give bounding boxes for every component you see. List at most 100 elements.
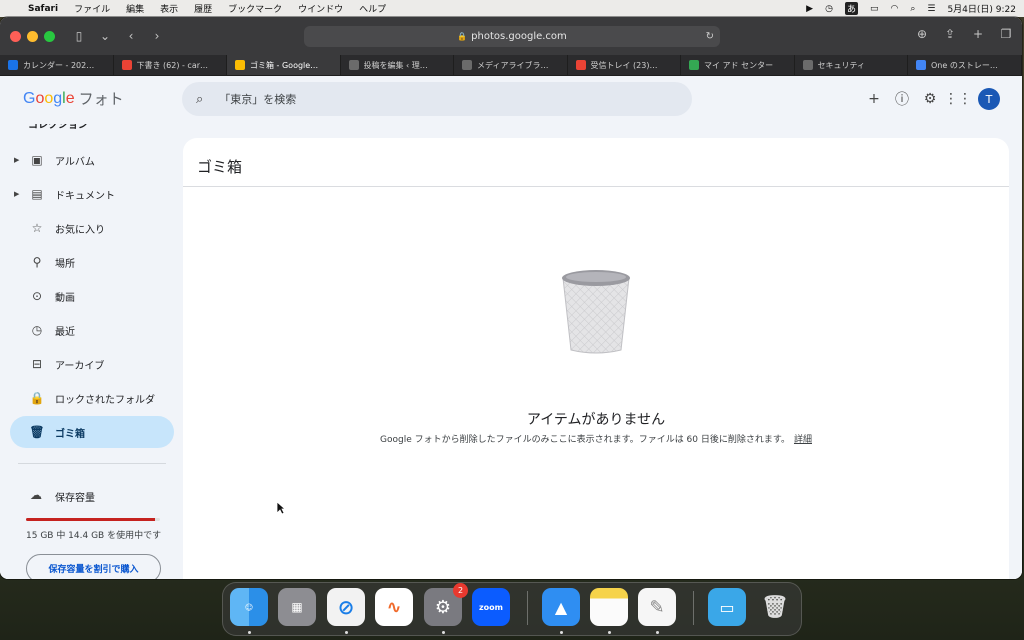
album-icon: ▣ (31, 153, 43, 167)
document-icon: ▤ (31, 187, 43, 201)
sidebar-item-label: アルバム (55, 156, 95, 168)
dock-separator (693, 591, 694, 625)
browser-tab[interactable]: メディアライブラ… (454, 55, 568, 75)
sidebar-item-archive[interactable]: ⊟ アーカイブ (10, 348, 174, 380)
share-icon[interactable]: ⇪ (942, 27, 958, 41)
apps-grid-icon[interactable]: ⋮⋮ (944, 91, 972, 107)
empty-trash-illustration (562, 270, 630, 354)
sidebar-item-locked-folder[interactable]: 🔒 ロックされたフォルダ (10, 382, 174, 414)
browser-tab[interactable]: 下書き (62) - car… (114, 55, 227, 75)
wifi-icon[interactable]: ◠ (890, 4, 898, 14)
sidebar-item-albums[interactable]: ▶ ▣ アルバム (10, 144, 174, 176)
sidebar-item-label: 動画 (55, 292, 75, 304)
battery-icon[interactable]: ▭ (870, 4, 879, 14)
chevron-down-icon[interactable]: ⌄ (95, 27, 115, 45)
zoom-app-icon[interactable]: zoom (472, 588, 510, 626)
buy-storage-button[interactable]: 保存容量を割引で購入 (26, 554, 161, 579)
new-tab-icon[interactable]: + (970, 27, 986, 41)
help-icon[interactable]: ⓘ (894, 91, 910, 108)
finder-icon[interactable]: ☺ (230, 588, 268, 626)
sidebar-item-label: ロックされたフォルダ (55, 394, 155, 406)
avatar[interactable]: T (978, 88, 1000, 110)
browser-tab[interactable]: 受信トレイ (23)… (568, 55, 681, 75)
zoom-label: zoom (479, 602, 503, 612)
sidebar-item-recent[interactable]: ◷ 最近 (10, 314, 174, 346)
browser-tab[interactable]: セキュリティ (795, 55, 908, 75)
menu-view[interactable]: 表示 (160, 2, 178, 15)
expand-arrow-icon[interactable]: ▶ (14, 156, 19, 164)
sidebar-divider (18, 463, 166, 464)
safari-toolbar: ▯ ⌄ ‹ › 🔒 photos.google.com ↻ ⊕ ⇪ + ❐ (0, 17, 1022, 55)
macos-menubar: Safari ファイル 編集 表示 履歴 ブックマーク ウインドウ ヘルプ ▶ … (0, 0, 1024, 17)
sidebar-item-trash[interactable]: 🗑 ゴミ箱 (10, 416, 174, 448)
cloud-icon: ☁ (30, 488, 42, 502)
tab-overview-icon[interactable]: ❐ (998, 27, 1014, 41)
menubar-clock[interactable]: 5月4日(日) 9:22 (947, 2, 1016, 15)
menu-window[interactable]: ウインドウ (298, 2, 343, 15)
sidebar-item-videos[interactable]: ⊙ 動画 (10, 280, 174, 312)
sidebar: コレクション ▶ ▣ アルバム ▶ ▤ ドキュメント ☆ お気に入り ⚲ 場所 … (0, 124, 182, 579)
tab-title: 投稿を編集 ‹ 理… (363, 60, 428, 70)
folder-icon[interactable]: ▭ (708, 588, 746, 626)
keynote-icon[interactable]: ▲ (542, 588, 580, 626)
browser-tab[interactable]: ゴミ箱 - Google… (227, 55, 341, 75)
location-icon: ⚲ (32, 255, 42, 269)
address-url: photos.google.com (471, 31, 567, 42)
add-icon[interactable]: + (866, 91, 882, 107)
menu-history[interactable]: 履歴 (194, 2, 212, 15)
forward-button[interactable]: › (147, 27, 167, 45)
browser-tab[interactable]: 投稿を編集 ‹ 理… (341, 55, 454, 75)
expand-arrow-icon[interactable]: ▶ (14, 190, 19, 198)
close-window-button[interactable] (10, 30, 21, 42)
reload-icon[interactable]: ↻ (706, 31, 714, 42)
details-link[interactable]: 詳細 (794, 435, 812, 445)
zoom-window-button[interactable] (44, 30, 55, 42)
tab-favicon-icon (235, 60, 245, 70)
search-input[interactable]: ⌕ 「東京」を検索 (182, 82, 692, 116)
tab-favicon-icon (348, 60, 359, 70)
textedit-icon[interactable]: ✎ (638, 588, 676, 626)
menu-bookmarks[interactable]: ブックマーク (228, 2, 282, 15)
browser-tab[interactable]: カレンダー - 202… (0, 55, 114, 75)
downloads-icon[interactable]: ⊕ (914, 27, 930, 41)
time-machine-icon[interactable]: ◷ (825, 4, 833, 14)
gear-icon[interactable]: ⚙ (922, 91, 938, 107)
back-button[interactable]: ‹ (121, 27, 141, 45)
sidebar-item-label: 場所 (55, 258, 75, 270)
sidebar-item-favorites[interactable]: ☆ お気に入り (10, 212, 174, 244)
browser-tab[interactable]: マイ アド センター (681, 55, 795, 75)
browser-tab[interactable]: One のストレー… (908, 55, 1022, 75)
tab-favicon-icon (802, 60, 813, 70)
sidebar-toggle-icon[interactable]: ▯ (69, 27, 89, 45)
mouse-cursor-icon (276, 501, 286, 515)
trash-content-panel: ゴミ箱 アイテムがありません Google フォトから削除したファイルのみここに… (183, 138, 1009, 579)
notification-badge: 2 (453, 583, 468, 598)
address-bar[interactable]: 🔒 photos.google.com ↻ (304, 26, 720, 47)
safari-icon[interactable]: ⊘ (327, 588, 365, 626)
macos-dock: ☺ ▦ ⊘ ∿ ⚙ 2 zoom ▲ ✎ ▭ 🗑 (222, 582, 802, 636)
notes-icon[interactable] (590, 588, 628, 626)
minimize-window-button[interactable] (27, 30, 38, 42)
menu-help[interactable]: ヘルプ (359, 2, 386, 15)
google-photos-logo[interactable]: Google フォト (23, 88, 124, 109)
running-indicator (608, 631, 611, 634)
control-center-icon[interactable]: ☰ (927, 4, 935, 14)
menu-file[interactable]: ファイル (74, 2, 110, 15)
sidebar-item-documents[interactable]: ▶ ▤ ドキュメント (10, 178, 174, 210)
input-method-indicator[interactable]: あ (844, 2, 858, 15)
dock-trash-icon[interactable]: 🗑 (756, 588, 794, 626)
clock-icon: ◷ (31, 323, 43, 337)
menu-edit[interactable]: 編集 (126, 2, 144, 15)
menu-app-safari[interactable]: Safari (28, 4, 58, 14)
tab-favicon-icon (121, 60, 132, 70)
running-indicator (656, 631, 659, 634)
freeform-icon[interactable]: ∿ (375, 588, 413, 626)
sidebar-item-places[interactable]: ⚲ 場所 (10, 246, 174, 278)
storage-label[interactable]: 保存容量 (55, 489, 95, 504)
empty-state-text: Google フォトから削除したファイルのみここに表示されます。ファイルは 60… (380, 435, 790, 445)
system-settings-icon[interactable]: ⚙ 2 (424, 583, 468, 626)
play-status-icon[interactable]: ▶ (806, 4, 813, 14)
sidebar-item-label: アーカイブ (55, 360, 105, 372)
launchpad-icon[interactable]: ▦ (278, 588, 316, 626)
spotlight-icon[interactable]: ⌕ (910, 4, 915, 14)
